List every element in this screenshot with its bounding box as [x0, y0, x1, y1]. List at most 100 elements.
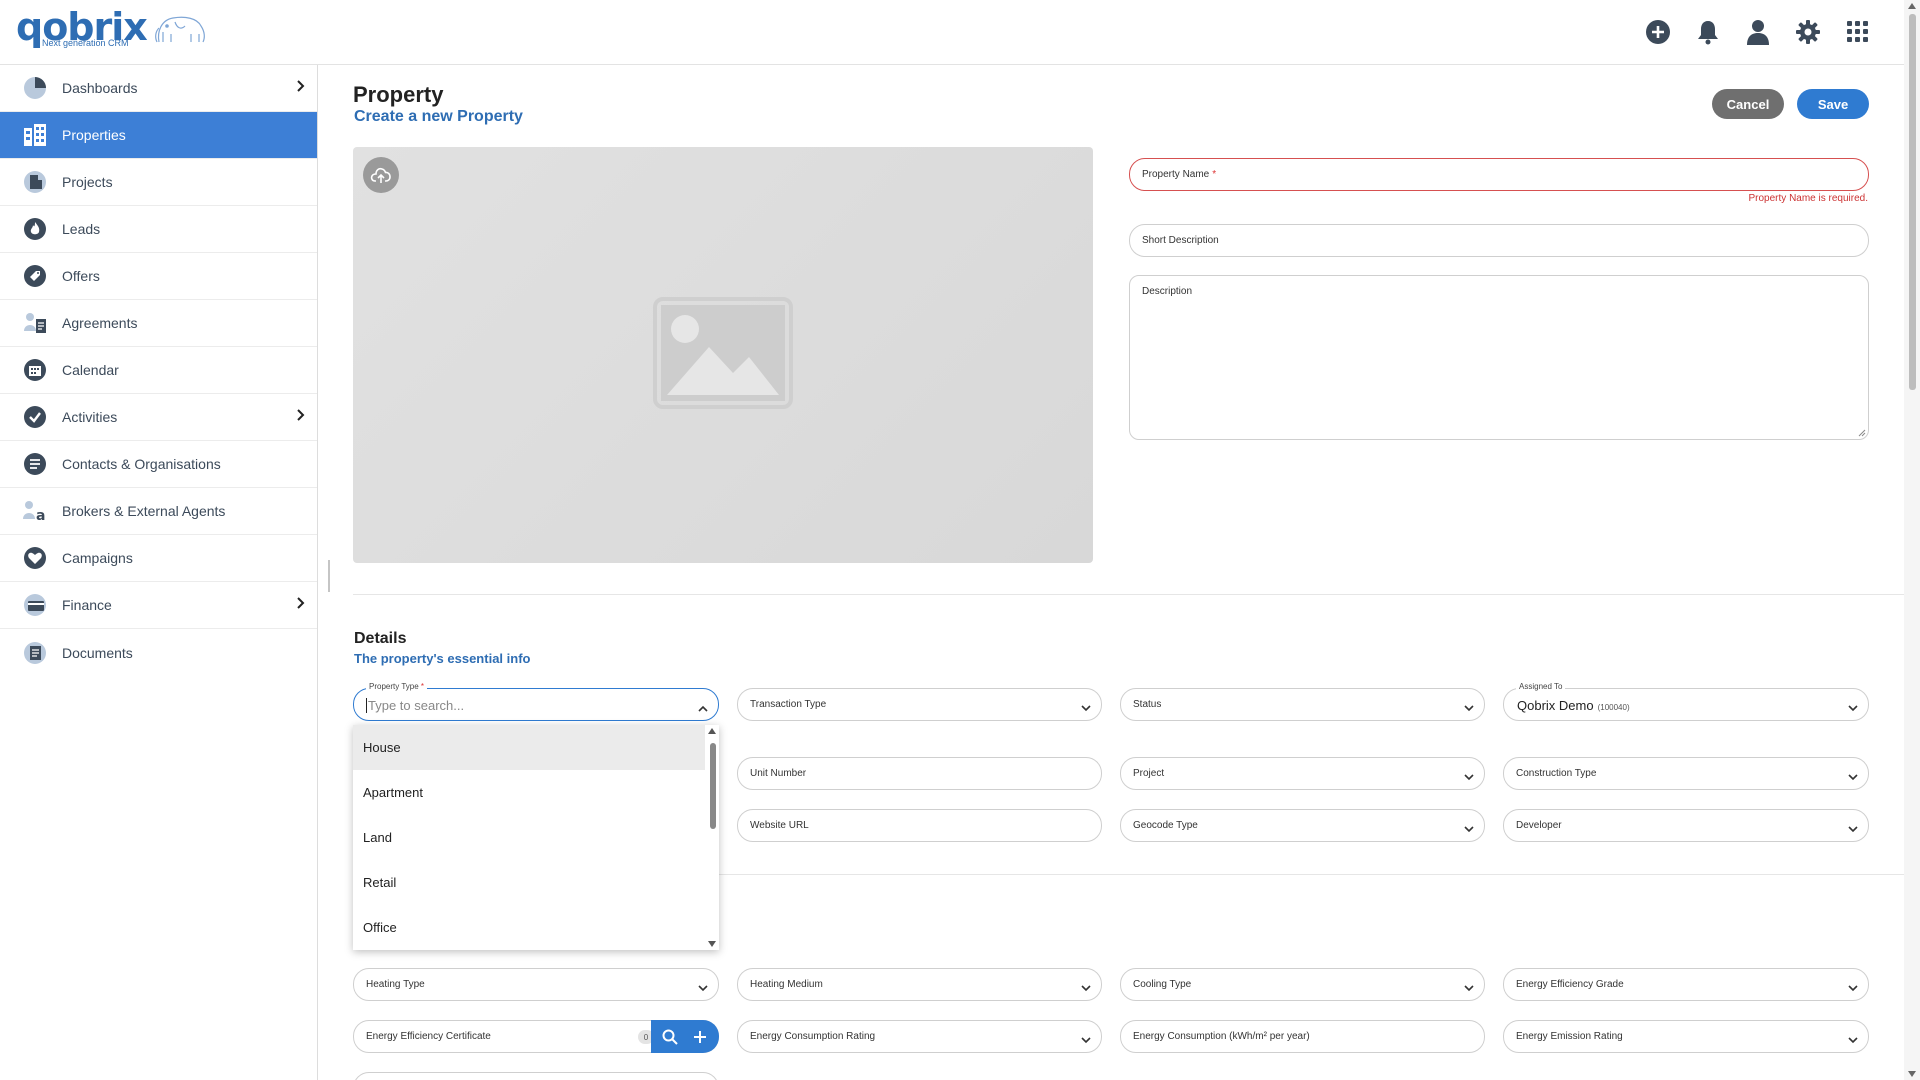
assigned-to-select[interactable]: Assigned To Qobrix Demo (100040)	[1503, 682, 1869, 721]
unit-number-field[interactable]: Unit Number	[737, 757, 1102, 790]
scroll-up-arrow-icon[interactable]	[1908, 3, 1916, 9]
scroll-down-arrow-icon[interactable]	[1908, 1071, 1916, 1077]
sidebar-item-agreements[interactable]: Agreements	[0, 300, 317, 347]
scroll-down-arrow-icon[interactable]	[708, 941, 716, 947]
sidebar-item-label: Documents	[62, 644, 133, 661]
property-name-error: Property Name is required.	[1748, 193, 1869, 204]
short-description-field[interactable]: Short Description	[1129, 224, 1869, 257]
property-image-area[interactable]	[353, 147, 1093, 563]
sidebar-item-finance[interactable]: Finance	[0, 582, 317, 629]
sidebar: Dashboards Properties Projects Leads Off…	[0, 65, 318, 1080]
sidebar-item-label: Projects	[62, 174, 113, 190]
dropdown-option[interactable]: Apartment	[353, 770, 719, 815]
svg-text:a: a	[36, 508, 45, 523]
top-bar: qobrix Next generation CRM	[0, 0, 1904, 65]
dropdown-scrollbar[interactable]	[705, 725, 719, 950]
page-title: Property	[353, 82, 444, 107]
energy-efficiency-grade-label: Energy Efficiency Grade	[1516, 979, 1624, 990]
energy-consumption-rating-select[interactable]: Energy Consumption Rating	[737, 1020, 1102, 1053]
scroll-up-arrow-icon[interactable]	[708, 728, 716, 734]
cancel-button[interactable]: Cancel	[1712, 89, 1784, 119]
search-icon[interactable]	[657, 1024, 683, 1050]
developer-select[interactable]: Developer	[1503, 809, 1869, 842]
dropdown-option[interactable]: Land	[353, 815, 719, 860]
resize-grip-icon[interactable]	[1858, 429, 1866, 437]
chevron-down-icon	[1464, 770, 1474, 784]
gear-icon[interactable]	[1794, 18, 1822, 46]
add-icon[interactable]	[687, 1024, 713, 1050]
brand-logo[interactable]: qobrix Next generation CRM	[16, 6, 209, 56]
sidebar-item-label: Calendar	[62, 362, 119, 378]
chevron-right-icon	[297, 597, 305, 612]
heart-icon	[22, 545, 48, 571]
sidebar-item-properties[interactable]: Properties	[0, 112, 317, 159]
website-url-field[interactable]: Website URL	[737, 809, 1102, 842]
pie-chart-icon	[22, 75, 48, 101]
bell-icon[interactable]	[1694, 18, 1722, 46]
page-scroll-thumb[interactable]	[1909, 14, 1916, 390]
sidebar-item-activities[interactable]: Activities	[0, 394, 317, 441]
next-row-field[interactable]	[353, 1072, 719, 1080]
elephant-logo-icon	[153, 12, 209, 51]
sidebar-resize-handle[interactable]	[328, 560, 330, 592]
unit-number-label: Unit Number	[750, 768, 807, 779]
details-subtitle: The property's essential info	[354, 651, 531, 666]
assigned-to-id: (100040)	[1597, 703, 1630, 712]
energy-efficiency-certificate-field[interactable]: Energy Efficiency Certificate 0	[353, 1020, 719, 1053]
project-icon	[22, 169, 48, 195]
sidebar-item-label: Dashboards	[62, 80, 138, 96]
property-type-search-input[interactable]: Type to search...	[365, 698, 464, 713]
sidebar-item-offers[interactable]: Offers	[0, 253, 317, 300]
sidebar-item-label: Leads	[62, 221, 101, 237]
dropdown-option[interactable]: Retail	[353, 860, 719, 905]
sidebar-item-contacts[interactable]: Contacts & Organisations	[0, 441, 317, 488]
dropdown-option[interactable]: Office	[353, 905, 719, 950]
chevron-down-icon	[1464, 981, 1474, 995]
sidebar-item-label: Activities	[62, 409, 118, 425]
sidebar-item-label: Contacts & Organisations	[62, 456, 221, 472]
property-type-select[interactable]: Property Type * Type to search...	[353, 682, 719, 721]
status-select[interactable]: Status	[1120, 688, 1485, 721]
project-label: Project	[1133, 768, 1165, 779]
brand-tagline: Next generation CRM	[42, 38, 129, 48]
sidebar-item-dashboards[interactable]: Dashboards	[0, 65, 317, 112]
energy-emission-rating-select[interactable]: Energy Emission Rating	[1503, 1020, 1869, 1053]
cooling-type-select[interactable]: Cooling Type	[1120, 968, 1485, 1001]
sidebar-item-leads[interactable]: Leads	[0, 206, 317, 253]
sidebar-item-label: Finance	[62, 597, 112, 613]
dropdown-option[interactable]: House	[353, 725, 719, 770]
add-circle-icon[interactable]	[1644, 18, 1672, 46]
heating-medium-select[interactable]: Heating Medium	[737, 968, 1102, 1001]
heating-medium-label: Heating Medium	[750, 979, 823, 990]
dropdown-scroll-thumb[interactable]	[710, 743, 716, 829]
heating-type-select[interactable]: Heating Type	[353, 968, 719, 1001]
chevron-up-icon[interactable]	[698, 701, 708, 715]
energy-efficiency-grade-select[interactable]: Energy Efficiency Grade	[1503, 968, 1869, 1001]
chevron-down-icon	[698, 981, 708, 995]
chevron-down-icon	[1848, 981, 1858, 995]
save-button[interactable]: Save	[1797, 89, 1869, 119]
contacts-icon	[22, 451, 48, 477]
project-select[interactable]: Project	[1120, 757, 1485, 790]
user-icon[interactable]	[1744, 18, 1772, 46]
check-icon	[22, 404, 48, 430]
apps-grid-icon[interactable]	[1844, 18, 1872, 46]
chevron-down-icon	[1464, 701, 1474, 715]
page-scrollbar[interactable]	[1904, 0, 1920, 1080]
energy-consumption-field[interactable]: Energy Consumption (kWh/m² per year)	[1120, 1020, 1485, 1053]
transaction-type-select[interactable]: Transaction Type	[737, 688, 1102, 721]
upload-cloud-icon[interactable]	[363, 157, 399, 193]
finance-icon	[22, 592, 48, 618]
construction-type-label: Construction Type	[1516, 768, 1597, 779]
construction-type-select[interactable]: Construction Type	[1503, 757, 1869, 790]
chevron-down-icon	[1848, 822, 1858, 836]
sidebar-item-projects[interactable]: Projects	[0, 159, 317, 206]
geocode-type-select[interactable]: Geocode Type	[1120, 809, 1485, 842]
sidebar-item-brokers[interactable]: a Brokers & External Agents	[0, 488, 317, 535]
chevron-down-icon	[1081, 701, 1091, 715]
sidebar-item-documents[interactable]: Documents	[0, 629, 317, 676]
sidebar-item-campaigns[interactable]: Campaigns	[0, 535, 317, 582]
description-textarea[interactable]: Description	[1129, 275, 1869, 440]
sidebar-item-calendar[interactable]: Calendar	[0, 347, 317, 394]
property-name-field[interactable]: Property Name *	[1129, 158, 1869, 191]
